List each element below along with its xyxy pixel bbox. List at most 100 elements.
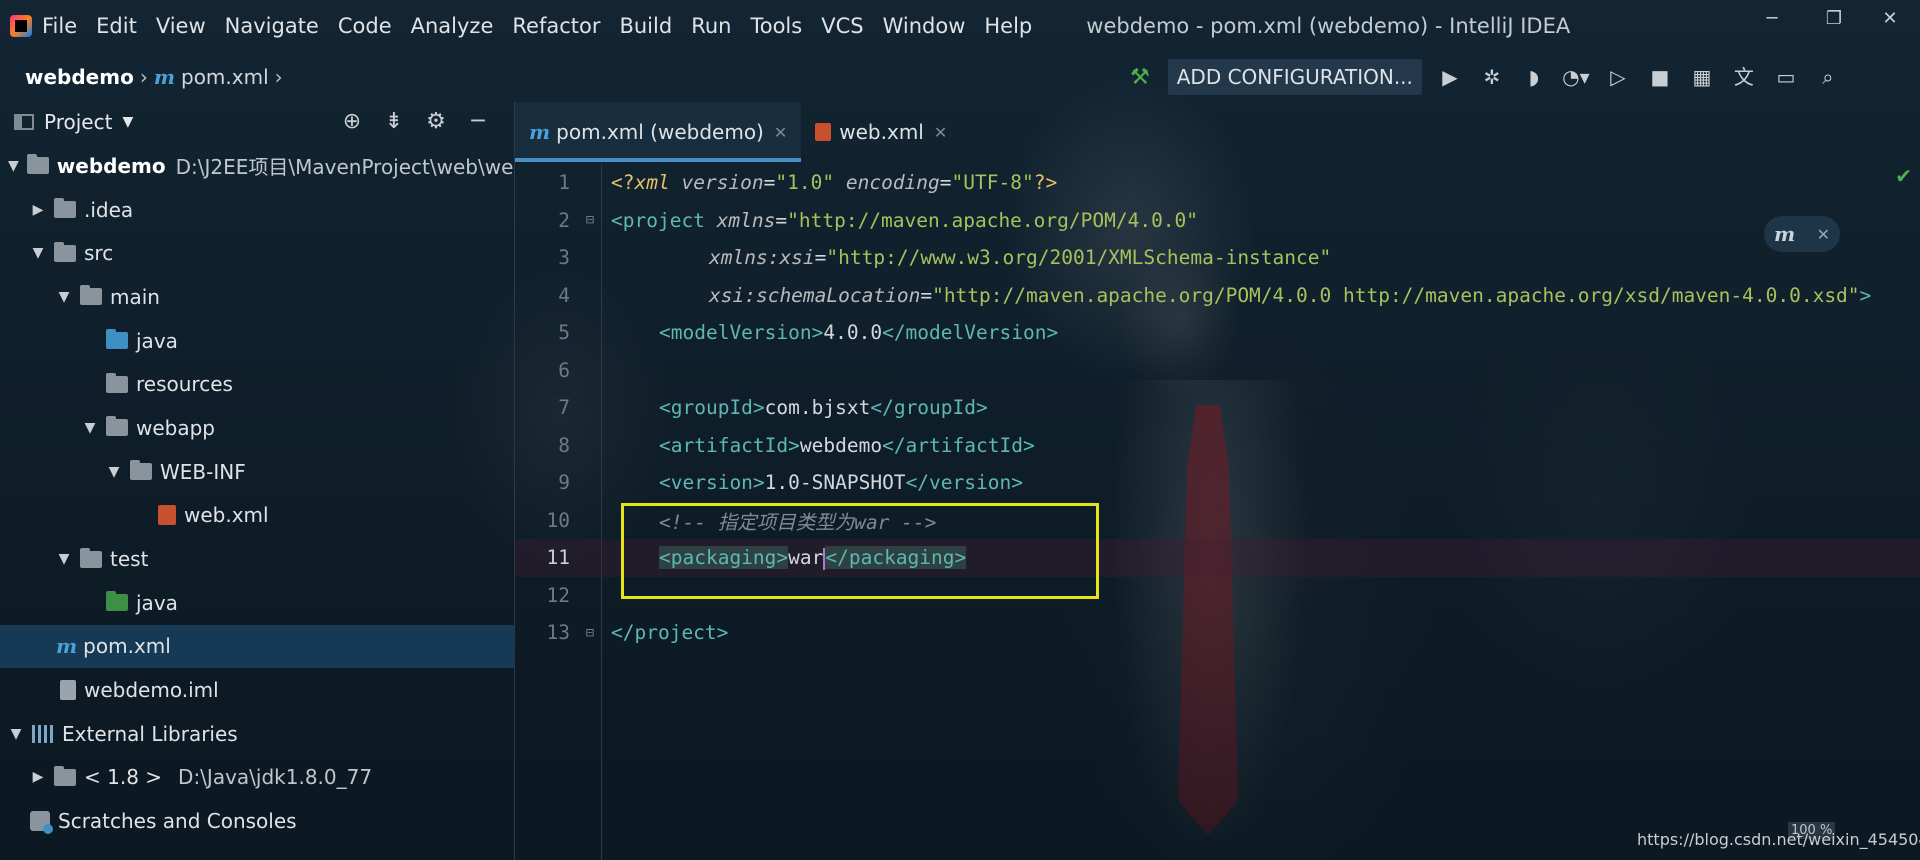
code-line[interactable]: 12 — [515, 577, 1920, 615]
close-icon[interactable]: ✕ — [934, 123, 947, 142]
menu-navigate[interactable]: Navigate — [225, 14, 319, 38]
gear-icon[interactable]: ⚙ — [422, 108, 450, 136]
menu-edit[interactable]: Edit — [96, 14, 137, 38]
tree-item-src[interactable]: ▼ src — [0, 231, 514, 275]
menu-analyze[interactable]: Analyze — [411, 14, 494, 38]
locate-file-icon[interactable]: ⊕ — [338, 108, 366, 136]
xml-file-icon — [815, 123, 832, 141]
code-line[interactable]: 9 <version>1.0-SNAPSHOT</version> — [515, 464, 1920, 502]
menu-help[interactable]: Help — [984, 14, 1032, 38]
code-line[interactable]: 5 <modelVersion>4.0.0</modelVersion> — [515, 314, 1920, 352]
tree-item-pom[interactable]: m pom.xml — [0, 624, 514, 669]
tree-item-iml[interactable]: webdemo.iml — [0, 668, 514, 712]
chevron-right-icon[interactable]: ▶ — [30, 202, 46, 218]
line-number: 12 — [546, 583, 570, 607]
code-line[interactable]: 4 xsi:schemaLocation="http://maven.apach… — [515, 277, 1920, 315]
tree-item-resources[interactable]: resources — [0, 362, 514, 406]
close-icon[interactable]: ✕ — [1817, 225, 1830, 244]
coverage-icon[interactable]: ◗ — [1520, 63, 1548, 91]
terminal-icon[interactable]: ▭ — [1772, 63, 1800, 91]
tree-item-label: .idea — [84, 197, 134, 222]
code-line[interactable]: 1 <?xml version="1.0" encoding="UTF-8"?> — [515, 164, 1920, 202]
run-icon[interactable]: ▶ — [1436, 63, 1464, 91]
code-line[interactable]: 13 ⊟ </project> — [515, 614, 1920, 652]
add-configuration-button[interactable]: ADD CONFIGURATION... — [1167, 59, 1422, 95]
tree-item-main[interactable]: ▼ main — [0, 275, 514, 319]
breadcrumb-file[interactable]: pom.xml — [181, 65, 269, 89]
menu-window[interactable]: Window — [883, 14, 966, 38]
tree-item-scratches[interactable]: Scratches and Consoles — [0, 799, 514, 843]
stop-icon[interactable]: ■ — [1646, 63, 1674, 91]
breadcrumb-project[interactable]: webdemo — [25, 65, 134, 89]
tree-item-webapp[interactable]: ▼ webapp — [0, 406, 514, 450]
debug-icon[interactable]: ✲ — [1478, 63, 1506, 91]
project-view-selector[interactable]: Project — [44, 110, 112, 134]
tree-item-webinf[interactable]: ▼ WEB-INF — [0, 450, 514, 494]
tree-item-label: < 1.8 > — [84, 765, 163, 790]
jdk-icon — [54, 765, 76, 786]
menu-build[interactable]: Build — [619, 14, 672, 38]
collapse-all-icon[interactable]: ⇟ — [380, 108, 408, 136]
menu-refactor[interactable]: Refactor — [512, 14, 600, 38]
build-hammer-icon[interactable]: ⚒ — [1130, 65, 1150, 90]
chevron-down-icon[interactable]: ▼ — [8, 158, 19, 174]
restore-icon[interactable]: ❐ — [1824, 8, 1844, 29]
chevron-down-icon[interactable]: ▼ — [82, 420, 98, 436]
project-structure-icon[interactable]: ▦ — [1688, 63, 1716, 91]
code-text: <modelVersion>4.0.0</modelVersion> — [659, 321, 1059, 345]
tree-item-webxml[interactable]: web.xml — [0, 494, 514, 538]
run-anything-icon[interactable]: ▷ — [1604, 63, 1632, 91]
menu-run[interactable]: Run — [691, 14, 731, 38]
close-window-icon[interactable]: ✕ — [1880, 8, 1900, 29]
tree-item-idea[interactable]: ▶ .idea — [0, 188, 514, 232]
tree-item-webdemo[interactable]: ▼ webdemo D:\J2EE项目\MavenProject\web\web — [0, 144, 514, 188]
minimize-icon[interactable]: ─ — [1762, 8, 1782, 29]
chevron-down-icon[interactable]: ▼ — [106, 464, 122, 480]
code-line[interactable]: 10 <!-- 指定项目类型为war --> — [515, 502, 1920, 540]
tree-item-jdk[interactable]: ▶ < 1.8 > D:\Java\jdk1.8.0_77 — [0, 756, 514, 800]
chevron-down-icon[interactable]: ▼ — [8, 726, 24, 742]
profile-icon[interactable]: ◔▾ — [1562, 63, 1590, 91]
menu-code[interactable]: Code — [338, 14, 392, 38]
chevron-down-icon[interactable]: ▼ — [56, 551, 72, 567]
code-line[interactable]: 3 xmlns:xsi="http://www.w3.org/2001/XMLS… — [515, 239, 1920, 277]
chevron-down-icon[interactable]: ▼ — [56, 289, 72, 305]
chevron-down-icon[interactable]: ▼ — [122, 114, 133, 130]
line-number: 5 — [558, 321, 570, 345]
navigation-bar: webdemo › m pom.xml › ⚒ ADD CONFIGURATIO… — [0, 52, 1920, 102]
code-line[interactable]: 6 — [515, 352, 1920, 390]
tab-web-xml[interactable]: web.xml ✕ — [801, 102, 961, 162]
maven-reload-popup[interactable]: m ✕ — [1764, 216, 1840, 252]
hide-panel-icon[interactable]: ─ — [464, 108, 492, 136]
code-line[interactable]: 7 <groupId>com.bjsxt</groupId> — [515, 389, 1920, 427]
line-number: 1 — [558, 171, 570, 195]
menu-tools[interactable]: Tools — [750, 14, 802, 38]
code-line[interactable]: 2 ⊟ <project xmlns="http://maven.apache.o… — [515, 202, 1920, 240]
code-line-current[interactable]: 11 <packaging>war </packaging> — [515, 539, 1920, 577]
tree-item-external-libraries[interactable]: ▼ External Libraries — [0, 712, 514, 756]
code-editor[interactable]: 1 <?xml version="1.0" encoding="UTF-8"?>… — [515, 164, 1920, 652]
menu-view[interactable]: View — [156, 14, 206, 38]
line-number: 6 — [558, 358, 570, 382]
menu-file[interactable]: File — [42, 14, 77, 38]
chevron-right-icon[interactable]: ▶ — [30, 769, 46, 785]
menu-vcs[interactable]: VCS — [821, 14, 863, 38]
search-everywhere-icon[interactable]: ⌕ — [1814, 63, 1842, 91]
maven-reload-icon[interactable]: m — [1774, 222, 1795, 246]
fold-icon[interactable]: ⊟ — [580, 212, 600, 228]
editor-area: m pom.xml (webdemo) ✕ web.xml ✕ ✔ 1 <?xm… — [515, 102, 1920, 860]
translate-icon[interactable]: 文 — [1730, 63, 1758, 91]
code-text: <project xmlns="http://maven.apache.org/… — [611, 208, 1199, 232]
chevron-down-icon[interactable]: ▼ — [30, 245, 46, 261]
tab-pom-xml[interactable]: m pom.xml (webdemo) ✕ — [515, 102, 802, 162]
code-comment: <!-- 指定项目类型为war --> — [659, 510, 937, 534]
close-icon[interactable]: ✕ — [774, 123, 787, 142]
tree-item-test-java[interactable]: java — [0, 581, 514, 625]
folder-icon — [54, 198, 76, 219]
web-folder-icon — [106, 416, 128, 437]
tree-item-label: webdemo — [56, 153, 166, 178]
code-line[interactable]: 8 <artifactId>webdemo</artifactId> — [515, 427, 1920, 465]
tree-item-test[interactable]: ▼ test — [0, 537, 514, 581]
fold-icon[interactable]: ⊟ — [580, 625, 600, 641]
tree-item-java[interactable]: java — [0, 319, 514, 363]
